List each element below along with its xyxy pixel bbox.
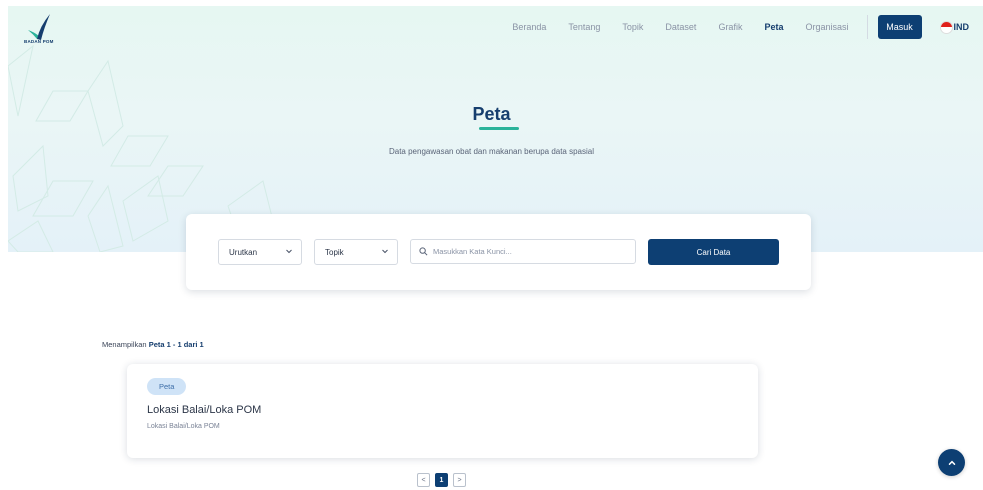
nav-item-organisasi[interactable]: Organisasi bbox=[805, 22, 848, 32]
keyword-search-input[interactable]: Masukkan Kata Kunci... bbox=[410, 239, 636, 264]
result-description: Lokasi Balai/Loka POM bbox=[147, 423, 220, 430]
nav-item-dataset[interactable]: Dataset bbox=[665, 22, 696, 32]
nav-item-topik[interactable]: Topik bbox=[622, 22, 643, 32]
sort-select-label: Urutkan bbox=[229, 247, 258, 257]
result-title[interactable]: Lokasi Balai/Loka POM bbox=[147, 404, 261, 416]
chevron-down-icon bbox=[382, 249, 388, 254]
nav-menu: Beranda Tentang Topik Dataset Grafik Pet… bbox=[490, 6, 983, 48]
search-submit-button[interactable]: Cari Data bbox=[648, 239, 779, 265]
indonesia-flag-icon bbox=[939, 20, 953, 34]
result-summary-prefix: Menampilkan bbox=[102, 340, 149, 349]
page-subtitle: Data pengawasan obat dan makanan berupa … bbox=[388, 147, 595, 156]
result-summary: Menampilkan Peta 1 - 1 dari 1 bbox=[102, 340, 204, 349]
search-icon bbox=[419, 247, 428, 256]
sort-select[interactable]: Urutkan bbox=[218, 239, 302, 265]
pagination-prev-button[interactable]: < bbox=[417, 473, 430, 487]
nav-item-beranda[interactable]: Beranda bbox=[512, 22, 546, 32]
result-card[interactable]: Peta Lokasi Balai/Loka POM Lokasi Balai/… bbox=[127, 364, 758, 458]
logo-text: BADAN POM bbox=[24, 39, 54, 44]
nav-item-tentang[interactable]: Tentang bbox=[568, 22, 600, 32]
pagination-next-button[interactable]: > bbox=[453, 473, 466, 487]
chevron-down-icon bbox=[286, 249, 292, 254]
title-underline bbox=[479, 127, 519, 130]
login-button[interactable]: Masuk bbox=[877, 15, 922, 39]
page-title: Peta bbox=[472, 104, 511, 124]
pagination-page-1[interactable]: 1 bbox=[435, 473, 448, 487]
topic-select[interactable]: Topik bbox=[314, 239, 398, 265]
search-placeholder: Masukkan Kata Kunci... bbox=[433, 247, 512, 256]
search-card: Urutkan Topik Masukkan Kata Kunci... Car… bbox=[186, 214, 811, 290]
scroll-to-top-button[interactable] bbox=[938, 449, 965, 476]
language-label: IND bbox=[953, 22, 970, 32]
category-badge: Peta bbox=[147, 378, 187, 395]
topic-select-label: Topik bbox=[325, 247, 344, 257]
chevron-up-icon bbox=[948, 460, 955, 465]
pagination: < 1 > bbox=[417, 473, 471, 487]
language-switcher[interactable]: IND bbox=[939, 20, 970, 34]
navbar: BADAN POM Beranda Tentang Topik Dataset … bbox=[8, 6, 983, 48]
nav-item-peta[interactable]: Peta bbox=[764, 22, 783, 32]
nav-divider bbox=[866, 15, 868, 39]
nav-item-grafik[interactable]: Grafik bbox=[718, 22, 742, 32]
result-summary-range: Peta 1 - 1 dari 1 bbox=[148, 340, 204, 349]
